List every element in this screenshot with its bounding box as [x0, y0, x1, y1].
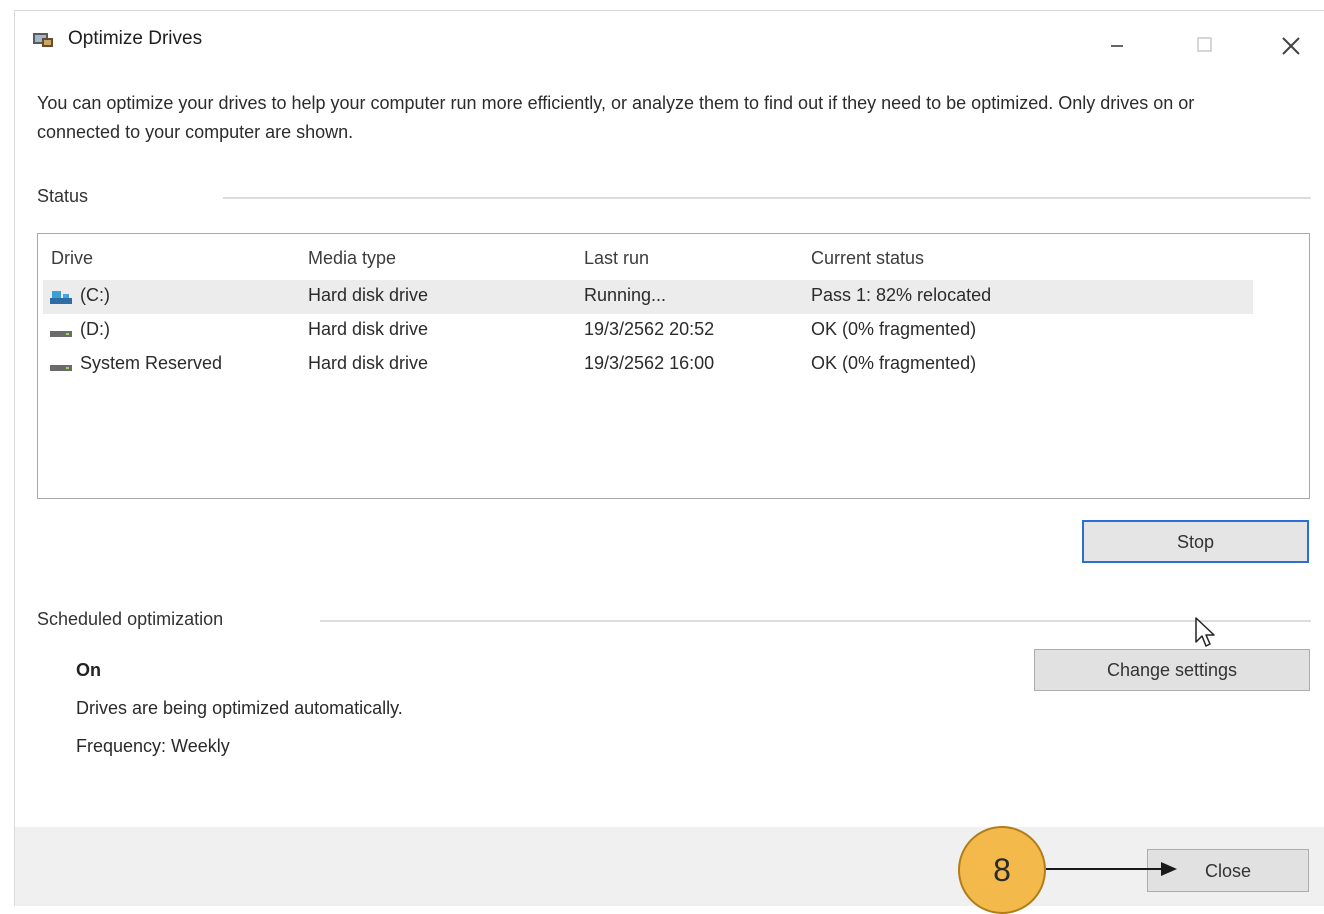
hard-drive-icon: [50, 331, 72, 337]
schedule-description: Drives are being optimized automatically…: [76, 698, 403, 718]
schedule-state: On: [76, 660, 101, 680]
system-drive-icon: [50, 291, 72, 304]
drives-list-header: Drive Media type Last run Current status: [38, 234, 1309, 278]
optimize-drives-icon: [33, 33, 53, 47]
drive-row-c[interactable]: (C:) Hard disk drive Running... Pass 1: …: [43, 280, 1253, 314]
close-icon: [1282, 37, 1300, 55]
pointer-arrow-line: [1046, 868, 1164, 870]
drive-name: System Reserved: [80, 353, 223, 373]
minimize-button[interactable]: [1094, 21, 1140, 59]
last-run: 19/3/2562 20:52: [584, 319, 715, 339]
change-settings-button[interactable]: Change settings: [1034, 649, 1310, 691]
dialog-footer: [15, 827, 1324, 906]
title-bar[interactable]: Optimize Drives: [15, 11, 1324, 63]
current-status: OK (0% fragmented): [811, 319, 977, 339]
maximize-icon: [1197, 37, 1212, 52]
column-header-last-run[interactable]: Last run: [584, 248, 649, 269]
hard-drive-icon: [50, 365, 72, 371]
scheduled-section-label: Scheduled optimization: [37, 609, 224, 629]
optimize-drives-window: Optimize Drives You can optimize your dr…: [14, 10, 1324, 914]
scheduled-divider: [320, 620, 1311, 622]
schedule-frequency: Frequency: Weekly: [76, 736, 230, 756]
media-type: Hard disk drive: [308, 285, 429, 305]
last-run: 19/3/2562 16:00: [584, 353, 715, 373]
drive-row-system-reserved[interactable]: System Reserved Hard disk drive 19/3/256…: [43, 348, 1253, 382]
drive-name: (D:): [80, 319, 110, 339]
status-section-label: Status: [37, 186, 89, 206]
status-divider: [223, 197, 1311, 199]
last-run: Running...: [584, 285, 667, 305]
column-header-current-status[interactable]: Current status: [811, 248, 924, 269]
maximize-button[interactable]: [1182, 21, 1228, 59]
drive-row-d[interactable]: (D:) Hard disk drive 19/3/2562 20:52 OK …: [43, 314, 1253, 348]
current-status: Pass 1: 82% relocated: [811, 285, 992, 305]
step-number-badge: 8: [958, 826, 1046, 914]
stop-button[interactable]: Stop: [1082, 520, 1309, 563]
window-title: Optimize Drives: [68, 28, 203, 49]
media-type: Hard disk drive: [308, 353, 429, 373]
close-window-button[interactable]: [1269, 21, 1315, 59]
mouse-cursor-icon: [1195, 617, 1215, 647]
media-type: Hard disk drive: [308, 319, 429, 339]
current-status: OK (0% fragmented): [811, 353, 977, 373]
column-header-drive[interactable]: Drive: [51, 248, 93, 269]
description-text: You can optimize your drives to help you…: [37, 93, 1195, 142]
drive-name: (C:): [80, 285, 110, 305]
pointer-arrow-icon: [1161, 862, 1177, 876]
column-header-media-type[interactable]: Media type: [308, 248, 396, 269]
minimize-icon: [1111, 45, 1123, 47]
drives-list[interactable]: Drive Media type Last run Current status…: [37, 233, 1310, 499]
